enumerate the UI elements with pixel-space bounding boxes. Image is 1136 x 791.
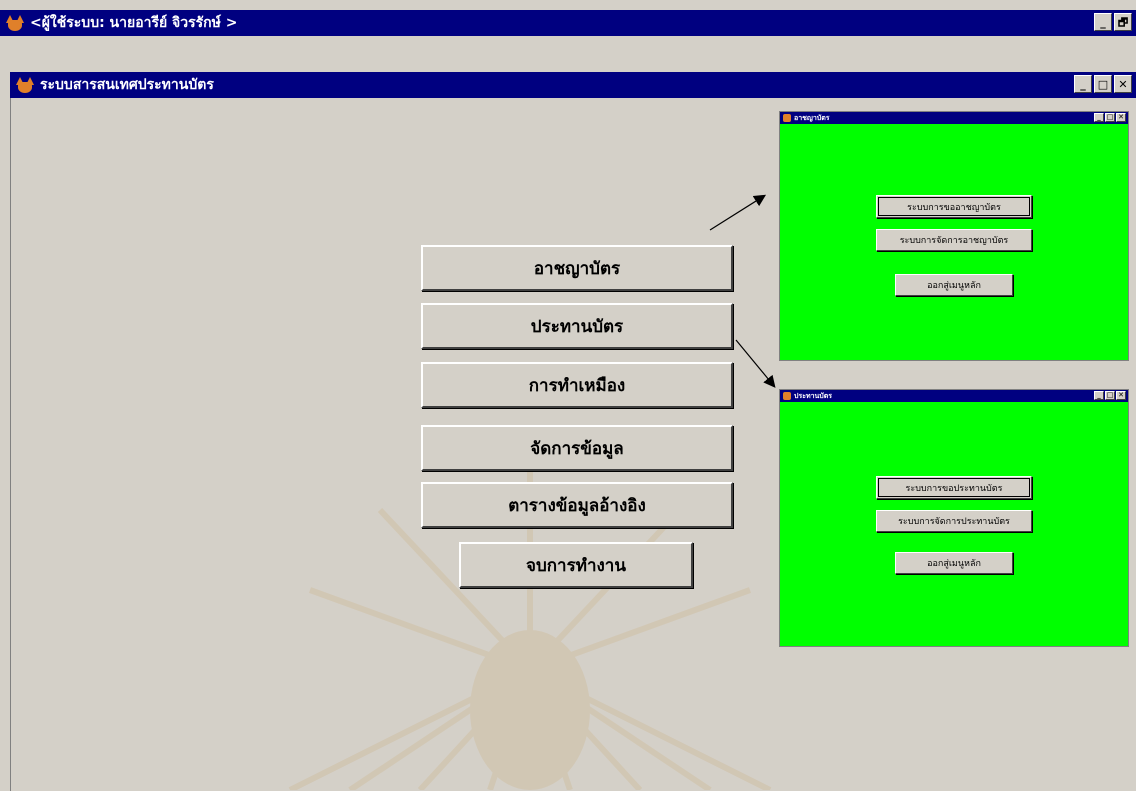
permit-submenu-title: อาชญาบัตร [794, 113, 830, 122]
main-window-title: ระบบสารสนเทศประทานบัตร [40, 77, 214, 93]
concession-manage-button[interactable]: ระบบการจัดการประทานบัตร [876, 510, 1032, 532]
minimize-icon[interactable]: _ [1094, 391, 1104, 400]
permit-request-button[interactable]: ระบบการขออาชญาบัตร [876, 195, 1032, 218]
main-close-button[interactable]: ✕ [1114, 75, 1132, 93]
minimize-icon[interactable]: _ [1094, 113, 1104, 122]
menu-button-mining[interactable]: การทำเหมือง [421, 362, 733, 408]
fox-mini-icon [783, 114, 791, 122]
fox-mini-icon [783, 392, 791, 400]
maximize-icon[interactable]: □ [1105, 113, 1115, 122]
fox-window-icon [16, 77, 34, 93]
main-minimize-button[interactable]: _ [1074, 75, 1092, 93]
app-titlebar: <ผู้ใช้ระบบ: นายอารีย์ จิวรรักษ์ > _ 🗗 [0, 10, 1136, 36]
concession-submenu-window: ประทานบัตร _ □ ✕ ระบบการขอประทานบัตร ระบ… [779, 389, 1129, 647]
maximize-icon[interactable]: □ [1105, 391, 1115, 400]
menu-button-data-management[interactable]: จัดการข้อมูล [421, 425, 733, 471]
permit-submenu-titlebar: อาชญาบัตร _ □ ✕ [780, 112, 1128, 124]
permit-back-to-main-button[interactable]: ออกสู่เมนูหลัก [895, 274, 1013, 296]
close-icon[interactable]: ✕ [1116, 113, 1126, 122]
concession-back-to-main-button[interactable]: ออกสู่เมนูหลัก [895, 552, 1013, 574]
concession-submenu-title: ประทานบัตร [794, 391, 833, 400]
fox-app-icon [6, 15, 24, 31]
menu-button-exit[interactable]: จบการทำงาน [459, 542, 693, 588]
close-icon[interactable]: ✕ [1116, 391, 1126, 400]
app-minimize-button[interactable]: _ [1094, 13, 1112, 31]
menu-button-permit[interactable]: อาชญาบัตร [421, 245, 733, 291]
main-window-titlebar: ระบบสารสนเทศประทานบัตร _ □ ✕ [10, 72, 1136, 98]
menu-button-concession[interactable]: ประทานบัตร [421, 303, 733, 349]
concession-request-button[interactable]: ระบบการขอประทานบัตร [876, 476, 1032, 499]
menu-button-reference-tables[interactable]: ตารางข้อมูลอ้างอิง [421, 482, 733, 528]
app-title: <ผู้ใช้ระบบ: นายอารีย์ จิวรรักษ์ > [30, 15, 238, 31]
main-maximize-button[interactable]: □ [1094, 75, 1112, 93]
app-toolbar-area [0, 36, 1136, 66]
permit-submenu-window: อาชญาบัตร _ □ ✕ ระบบการขออาชญาบัตร ระบบก… [779, 111, 1129, 361]
app-restore-button[interactable]: 🗗 [1114, 13, 1132, 31]
permit-manage-button[interactable]: ระบบการจัดการอาชญาบัตร [876, 229, 1032, 251]
concession-submenu-titlebar: ประทานบัตร _ □ ✕ [780, 390, 1128, 402]
